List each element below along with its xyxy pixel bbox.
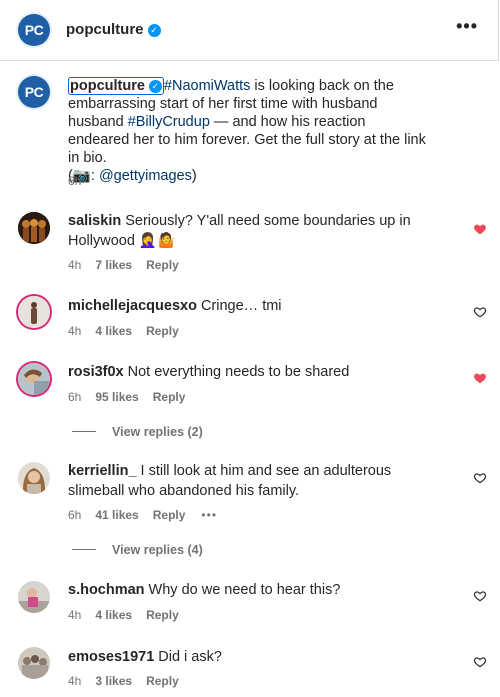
- avatar[interactable]: [18, 647, 50, 679]
- caption-username-label[interactable]: popculture: [70, 78, 145, 94]
- comment-likes[interactable]: 3 likes: [95, 674, 132, 688]
- view-replies-button[interactable]: View replies (4): [72, 543, 203, 557]
- comment-likes[interactable]: 4 likes: [95, 324, 132, 338]
- view-replies-label[interactable]: View replies (4): [112, 543, 203, 557]
- comment-text: s.hochman Why do we need to hear this?: [68, 580, 428, 600]
- comment-time: 4h: [68, 608, 82, 622]
- comment-text: michellejacquesxo Cringe… tmi: [68, 296, 428, 316]
- comment-body: Why do we need to hear this?: [148, 582, 341, 598]
- comment-username[interactable]: kerriellin_: [68, 463, 137, 479]
- hashtag-billycrudup[interactable]: #BillyCrudup: [128, 114, 210, 130]
- avatar[interactable]: [18, 296, 50, 328]
- comment-text: rosi3f0x Not everything needs to be share…: [68, 362, 428, 382]
- header-username[interactable]: popculture ✓: [66, 21, 161, 38]
- comment-likes[interactable]: 95 likes: [95, 390, 138, 404]
- comment-likes[interactable]: 7 likes: [95, 258, 132, 272]
- heart-filled-icon[interactable]: [473, 371, 487, 385]
- comment-likes[interactable]: 4 likes: [95, 608, 132, 622]
- comment-username[interactable]: rosi3f0x: [68, 364, 124, 380]
- header-username-label[interactable]: popculture: [66, 21, 144, 38]
- comment-time: 4h: [68, 674, 82, 688]
- reply-button[interactable]: Reply: [146, 608, 179, 622]
- avatar[interactable]: [18, 462, 50, 494]
- avatar[interactable]: [18, 212, 50, 244]
- mention-gettyimages[interactable]: @gettyimages: [99, 168, 192, 184]
- heart-outline-icon[interactable]: [473, 471, 487, 485]
- comment-username[interactable]: saliskin: [68, 213, 121, 229]
- hashtag-naomiwatts[interactable]: #NaomiWatts: [164, 78, 250, 94]
- comment-meta: 4h 4 likes Reply: [68, 608, 179, 622]
- replies-divider: [72, 431, 96, 432]
- post-caption: popculture ✓ #NaomiWatts is looking back o…: [68, 77, 428, 185]
- comment-meta: 4h 3 likes Reply: [68, 674, 179, 688]
- comment-meta: 6h 41 likes Reply •••: [68, 508, 217, 522]
- comment-time: 4h: [68, 324, 82, 338]
- comment-time: 4h: [68, 258, 82, 272]
- comment-username[interactable]: emoses1971: [68, 649, 154, 665]
- heart-outline-icon[interactable]: [473, 655, 487, 669]
- reply-button[interactable]: Reply: [146, 258, 179, 272]
- caption-avatar[interactable]: PC: [18, 76, 50, 108]
- view-replies-button[interactable]: View replies (2): [72, 425, 203, 439]
- caption-timestamp: 6h: [68, 174, 82, 188]
- comment-likes[interactable]: 41 likes: [95, 508, 138, 522]
- replies-divider: [72, 549, 96, 550]
- reply-button[interactable]: Reply: [146, 674, 179, 688]
- credit-suffix: ): [191, 168, 197, 184]
- reply-button[interactable]: Reply: [153, 508, 186, 522]
- heart-filled-icon[interactable]: [473, 222, 487, 236]
- comment-time: 6h: [68, 508, 82, 522]
- post-header: PC popculture ✓ •••: [0, 0, 499, 61]
- comment-username[interactable]: s.hochman: [68, 582, 145, 598]
- comment-body: Not everything needs to be shared: [127, 364, 350, 380]
- comment-time: 6h: [68, 390, 82, 404]
- heart-outline-icon[interactable]: [473, 305, 487, 319]
- comment-options-icon[interactable]: •••: [201, 508, 217, 522]
- comment-text: kerriellin_ I still look at him and see a…: [68, 461, 428, 501]
- heart-outline-icon[interactable]: [473, 589, 487, 603]
- more-options-icon[interactable]: •••: [456, 16, 478, 37]
- comment-meta: 4h 7 likes Reply: [68, 258, 179, 272]
- reply-button[interactable]: Reply: [146, 324, 179, 338]
- caption-username[interactable]: popculture ✓: [68, 77, 164, 95]
- verified-badge-icon: ✓: [148, 80, 162, 93]
- comment-meta: 6h 95 likes Reply: [68, 390, 185, 404]
- avatar[interactable]: [18, 363, 50, 395]
- avatar[interactable]: [18, 581, 50, 613]
- comment-body: Did i ask?: [158, 649, 222, 665]
- verified-badge-icon: ✓: [147, 24, 161, 37]
- reply-button[interactable]: Reply: [153, 390, 186, 404]
- profile-avatar[interactable]: PC: [18, 14, 50, 46]
- comment-meta: 4h 4 likes Reply: [68, 324, 179, 338]
- view-replies-label[interactable]: View replies (2): [112, 425, 203, 439]
- comment-username[interactable]: michellejacquesxo: [68, 298, 197, 314]
- comment-body: Cringe… tmi: [200, 298, 282, 314]
- comment-text: saliskin Seriously? Y'all need some bound…: [68, 211, 428, 251]
- comment-text: emoses1971 Did i ask?: [68, 647, 428, 667]
